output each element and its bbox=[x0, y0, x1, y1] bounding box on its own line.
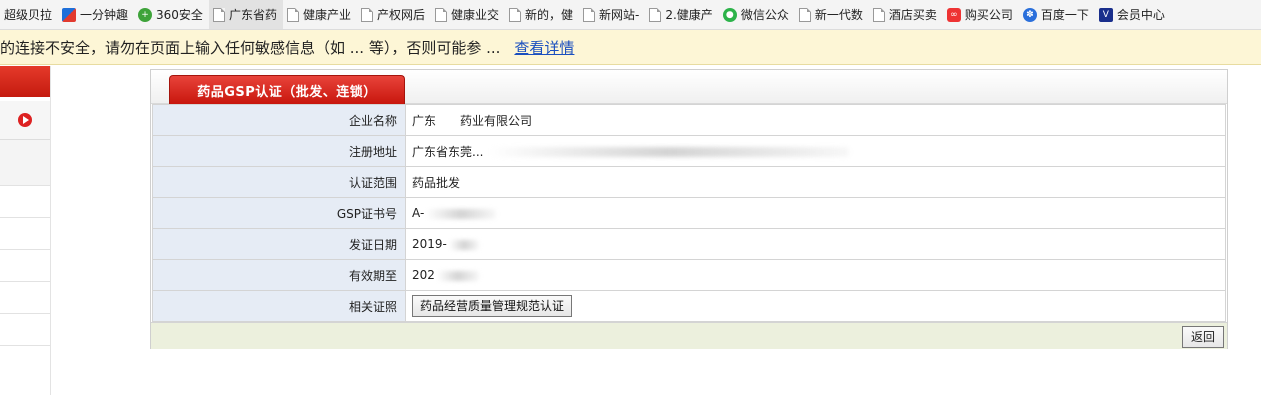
bookmark-item[interactable]: 广东省药 bbox=[208, 0, 283, 29]
document-icon bbox=[360, 7, 373, 22]
bookmark-item[interactable]: 新一代数 bbox=[795, 0, 869, 29]
panel-header: 药品GSP认证（批发、连锁） bbox=[151, 70, 1227, 104]
sidebar-item[interactable] bbox=[0, 250, 50, 282]
field-label: 企业名称 bbox=[152, 104, 406, 136]
bookmark-item[interactable]: +360安全 bbox=[134, 0, 209, 29]
bookmark-label: 百度一下 bbox=[1040, 8, 1089, 22]
bookmark-label: 微信公众 bbox=[740, 8, 789, 22]
issue-date-value: 2019- bbox=[412, 237, 447, 251]
bookmark-label: 广东省药 bbox=[228, 8, 277, 22]
table-row: 相关证照 药品经营质量管理规范认证 bbox=[152, 290, 1226, 322]
redacted-text bbox=[436, 270, 479, 281]
tab-gsp-certification[interactable]: 药品GSP认证（批发、连锁） bbox=[169, 75, 405, 104]
table-row: 认证范围 药品批发 bbox=[152, 166, 1226, 198]
table-row: 企业名称 广东 药业有限公司 bbox=[152, 104, 1226, 136]
bookmark-item[interactable]: 新的，健 bbox=[505, 0, 579, 29]
sidebar-item[interactable] bbox=[0, 218, 50, 250]
bookmark-label: 会员中心 bbox=[1116, 8, 1165, 22]
bookmark-item[interactable]: 新网站- bbox=[579, 0, 645, 29]
field-label: 注册地址 bbox=[152, 135, 406, 167]
view-details-link[interactable]: 查看详情 bbox=[514, 37, 574, 58]
redacted-text bbox=[426, 208, 497, 219]
document-icon bbox=[872, 7, 885, 22]
document-icon bbox=[286, 7, 299, 22]
bookmark-label: 一分钟趣 bbox=[80, 8, 129, 22]
field-value: 药品批发 bbox=[405, 166, 1226, 198]
back-button[interactable]: 返回 bbox=[1181, 326, 1224, 348]
bookmark-label: 产权网后 bbox=[376, 8, 425, 22]
document-icon bbox=[798, 7, 811, 22]
bookmark-label: 健康产业 bbox=[302, 8, 351, 22]
scope-value: 药品批发 bbox=[412, 175, 461, 190]
table-row: 发证日期 2019- bbox=[152, 228, 1226, 260]
bookmark-item[interactable]: 产权网后 bbox=[357, 0, 431, 29]
field-value: A- bbox=[405, 197, 1226, 229]
field-label: 认证范围 bbox=[152, 166, 406, 198]
bookmark-label: 酒店买卖 bbox=[888, 8, 937, 22]
bookmark-label: 超级贝拉 bbox=[4, 8, 53, 22]
play-arrow-icon bbox=[18, 113, 32, 127]
bookmark-item[interactable]: 超级贝拉 bbox=[0, 0, 58, 29]
redacted-text bbox=[489, 147, 850, 157]
bookmark-item[interactable]: ✽ 百度一下 bbox=[1019, 0, 1095, 29]
table-row: 有效期至 202 bbox=[152, 259, 1226, 291]
redacted-text bbox=[448, 239, 479, 250]
field-label: 相关证照 bbox=[152, 290, 406, 322]
field-value: 2019- bbox=[405, 228, 1226, 260]
bookmark-item[interactable]: 健康业交 bbox=[431, 0, 505, 29]
document-icon bbox=[434, 7, 447, 22]
field-value: 广东 药业有限公司 bbox=[405, 104, 1226, 136]
table-row: GSP证书号 A- bbox=[152, 197, 1226, 229]
360-icon: + bbox=[138, 7, 153, 22]
sidebar-item[interactable] bbox=[0, 314, 50, 346]
sidebar-menu-button[interactable] bbox=[0, 101, 50, 140]
bookmark-label: 新一代数 bbox=[814, 8, 863, 22]
document-icon bbox=[649, 7, 662, 22]
shop-icon: ∞ bbox=[946, 7, 961, 22]
field-label: 发证日期 bbox=[152, 228, 406, 260]
field-label: GSP证书号 bbox=[152, 197, 406, 229]
bookmark-label: 健康业交 bbox=[450, 8, 499, 22]
bookmark-item[interactable]: ∞ 购买公司 bbox=[943, 0, 1019, 29]
bookmarks-bar: 超级贝拉 一分钟趣 +360安全 广东省药 健康产业 产权网后 健康业交 新的，… bbox=[0, 0, 1261, 30]
bookmark-label: 2.健康产 bbox=[665, 8, 713, 22]
bookmark-item[interactable]: 2.健康产 bbox=[645, 0, 718, 29]
bookmark-item[interactable]: 健康产业 bbox=[283, 0, 357, 29]
field-value: 广东省东莞... bbox=[405, 135, 1226, 167]
certificate-number-value: A- bbox=[412, 206, 425, 220]
certificate-info-table: 企业名称 广东 药业有限公司 注册地址 广东省东莞... 认证范围 药品批发 G… bbox=[152, 104, 1226, 322]
gsp-certificate-panel: 药品GSP认证（批发、连锁） 企业名称 广东 药业有限公司 注册地址 广东省东莞… bbox=[150, 69, 1228, 349]
bookmark-item[interactable]: V 会员中心 bbox=[1095, 0, 1171, 29]
address-value: 广东省东莞... bbox=[412, 144, 484, 159]
document-icon bbox=[509, 7, 521, 22]
warning-text: 的连接不安全，请勿在页面上输入任何敏感信息（如 ... 等），否则可能参 ... bbox=[0, 38, 501, 57]
bookmark-item[interactable]: 一分钟趣 bbox=[58, 0, 134, 29]
company-name-value: 广东 药业有限公司 bbox=[412, 113, 533, 128]
vip-icon: V bbox=[1098, 7, 1113, 22]
sidebar-item[interactable] bbox=[0, 186, 50, 218]
gsp-certificate-button[interactable]: 药品经营质量管理规范认证 bbox=[412, 295, 573, 317]
field-value: 202 bbox=[405, 259, 1226, 291]
field-value: 药品经营质量管理规范认证 bbox=[405, 290, 1226, 322]
bookmark-label: 购买公司 bbox=[964, 8, 1013, 22]
table-row: 注册地址 广东省东莞... bbox=[152, 135, 1226, 167]
field-label: 有效期至 bbox=[152, 259, 406, 291]
panel-footer: 返回 bbox=[151, 322, 1227, 349]
wechat-icon: ● bbox=[722, 7, 737, 22]
baidu-paw-icon: ✽ bbox=[1022, 7, 1037, 22]
expiry-date-value: 202 bbox=[412, 268, 435, 282]
document-icon bbox=[583, 7, 596, 22]
sidebar-header bbox=[0, 66, 50, 97]
bookmark-label: 新的，健 bbox=[525, 8, 574, 22]
sidebar-item[interactable] bbox=[0, 282, 50, 314]
sidebar-item[interactable] bbox=[0, 140, 50, 186]
bookmark-label: 360安全 bbox=[156, 8, 203, 22]
security-warning-bar: 的连接不安全，请勿在页面上输入任何敏感信息（如 ... 等），否则可能参 ...… bbox=[0, 30, 1261, 65]
bookmark-item[interactable]: ● 微信公众 bbox=[719, 0, 795, 29]
bookmark-item[interactable]: 酒店买卖 bbox=[869, 0, 943, 29]
document-icon bbox=[212, 7, 225, 22]
bookmark-label: 新网站- bbox=[599, 8, 640, 22]
left-sidebar bbox=[0, 66, 51, 395]
colored-triangle-icon bbox=[62, 7, 77, 22]
